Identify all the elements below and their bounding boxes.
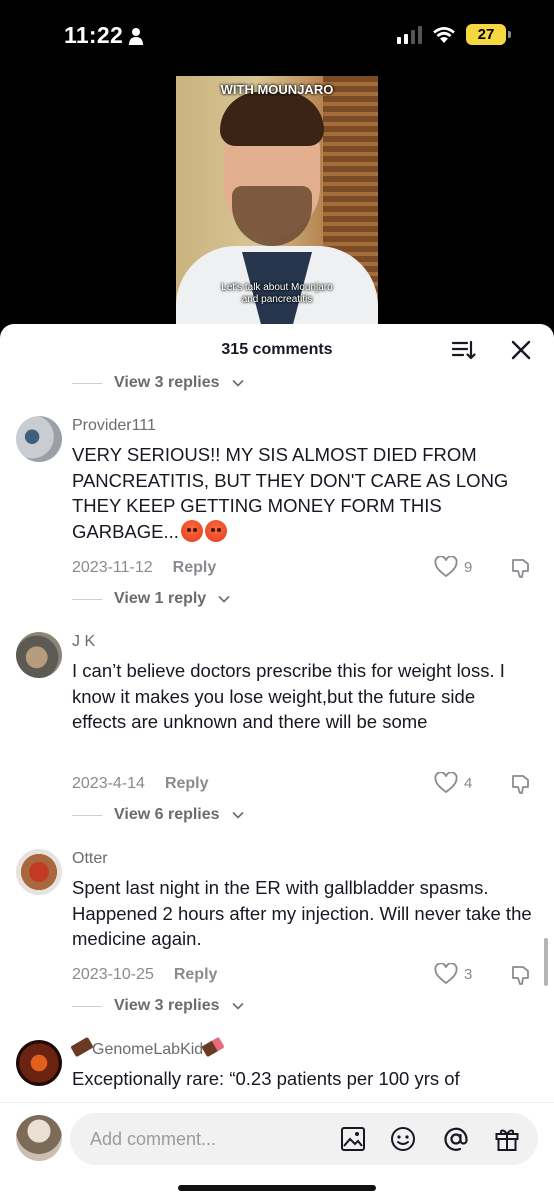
chevron-down-icon (231, 811, 244, 819)
view-replies-button[interactable]: View 3 replies (72, 997, 244, 1015)
like-count: 4 (464, 774, 473, 792)
divider-line (72, 1005, 102, 1007)
heart-icon (434, 556, 458, 578)
chevron-down-icon (231, 379, 244, 387)
chevron-down-icon (231, 1002, 244, 1010)
comment-body: VERY SERIOUS!! MY SIS ALMOST DIED FROM P… (72, 444, 509, 543)
status-time: 11:22 (64, 22, 124, 48)
person-icon (129, 28, 143, 45)
comment-username[interactable]: GenomeLabKid (70, 1036, 225, 1059)
sheet-header: 315 comments (0, 324, 554, 376)
home-indicator (178, 1185, 376, 1191)
video-caption-top: WITH MOUNJARO (220, 82, 334, 97)
caption-line-1: Let's talk about Mounjaro (221, 282, 333, 293)
avatar[interactable] (16, 849, 62, 895)
comment-username[interactable]: Provider111 (72, 417, 156, 435)
comments-sheet: 315 comments View 3 replies Provider111 … (0, 324, 554, 1200)
status-bar: 11:22 27 (0, 0, 554, 76)
comment-text: Exceptionally rare: “0.23 patients per 1… (72, 1068, 460, 1089)
comment-date: 2023-4-14 (72, 775, 145, 792)
emoji-icon[interactable] (390, 1126, 416, 1152)
divider-line (72, 382, 102, 384)
view-replies-label: View 6 replies (114, 806, 220, 823)
signal-icon (397, 25, 422, 44)
comment-username[interactable]: Otter (72, 850, 108, 868)
caption-line-2: and pancreatitis (241, 294, 313, 305)
dislike-icon[interactable] (510, 772, 534, 796)
view-replies-button[interactable]: View 1 reply (72, 590, 230, 608)
chocolate-emoji-icon (70, 1036, 94, 1058)
comment-date: 2023-11-12 (72, 559, 153, 576)
comment-meta: 2023-10-25 Reply (72, 966, 217, 984)
heart-icon (434, 772, 458, 794)
image-icon[interactable] (340, 1126, 366, 1152)
comment-input[interactable] (90, 1113, 330, 1165)
heart-icon (434, 963, 458, 985)
divider-line (72, 814, 102, 816)
dislike-icon[interactable] (510, 963, 534, 987)
doctor-beard (232, 186, 312, 246)
chevron-down-icon (218, 595, 230, 603)
comment-input-bar (0, 1102, 554, 1200)
comment-date: 2023-10-25 (72, 966, 154, 983)
comment-meta: 2023-11-12 Reply (72, 559, 216, 577)
chocolate-emoji-icon (201, 1036, 225, 1058)
gift-icon[interactable] (494, 1126, 520, 1152)
avatar[interactable] (16, 1040, 62, 1086)
mention-icon[interactable] (443, 1126, 469, 1152)
video-caption-bottom: Let's talk about Mounjaro and pancreatit… (176, 282, 378, 306)
view-replies-label: View 1 reply (114, 590, 207, 607)
view-replies-label: View 3 replies (114, 997, 220, 1014)
like-button[interactable]: 3 (434, 963, 472, 985)
my-avatar[interactable] (16, 1115, 62, 1161)
comment-text: VERY SERIOUS!! MY SIS ALMOST DIED FROM P… (72, 442, 534, 545)
video-thumbnail[interactable]: WITH MOUNJARO Let's talk about Mounjaro … (176, 76, 378, 324)
like-count: 9 (464, 558, 473, 576)
reply-button[interactable]: Reply (173, 559, 217, 577)
view-replies-button[interactable]: View 6 replies (72, 806, 244, 824)
comment-text: I can’t believe doctors prescribe this f… (72, 660, 505, 733)
like-button[interactable]: 9 (434, 556, 472, 578)
like-count: 3 (464, 965, 473, 983)
username-label: GenomeLabKid (92, 1041, 204, 1058)
battery-icon: 27 (466, 24, 511, 45)
avatar[interactable] (16, 416, 62, 462)
comment-text: Spent last night in the ER with gallblad… (72, 877, 532, 950)
doctor-hair (220, 92, 324, 146)
comment-username[interactable]: J K (72, 633, 95, 651)
view-replies-label: View 3 replies (114, 374, 220, 391)
close-icon[interactable] (510, 339, 532, 361)
reply-button[interactable]: Reply (174, 966, 218, 984)
status-indicators: 27 (397, 24, 511, 45)
sort-icon[interactable] (452, 338, 476, 362)
comment-input-container[interactable] (70, 1113, 538, 1165)
comment-meta: 2023-4-14 Reply (72, 775, 209, 793)
reply-button[interactable]: Reply (165, 775, 209, 793)
like-button[interactable]: 4 (434, 772, 472, 794)
scrollbar[interactable] (544, 938, 548, 986)
dislike-icon[interactable] (510, 556, 534, 580)
divider-line (72, 598, 102, 600)
angry-emoji-icon (204, 520, 227, 543)
view-replies-button[interactable]: View 3 replies (72, 374, 244, 392)
angry-emoji-icon (180, 520, 203, 543)
avatar[interactable] (16, 632, 62, 678)
wifi-icon (433, 26, 455, 43)
